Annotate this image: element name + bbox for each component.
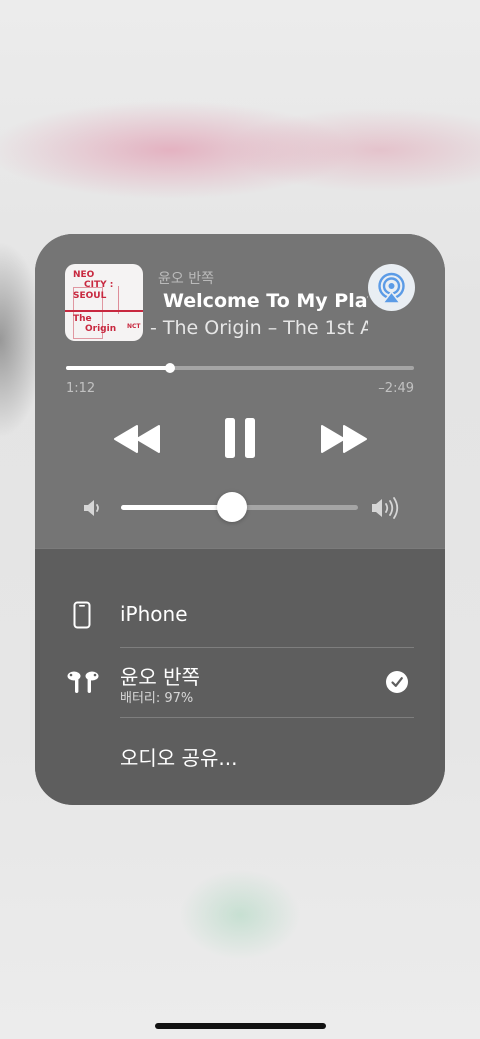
volume-slider[interactable] bbox=[121, 492, 358, 522]
album-art-text: CITY : bbox=[84, 280, 114, 290]
now-playing-section: NEO CITY : SEOUL The Origin NCT 윤오 반쪽 We… bbox=[35, 234, 445, 548]
device-row-iphone[interactable]: iPhone bbox=[35, 549, 445, 647]
share-audio-label: 오디오 공유... bbox=[120, 746, 238, 770]
remaining-time: –2:49 bbox=[378, 381, 414, 396]
playback-scrubber[interactable] bbox=[66, 363, 414, 373]
album-name: - The Origin – The 1st Album bbox=[150, 317, 368, 339]
fast-forward-button[interactable] bbox=[320, 424, 368, 454]
airplay-icon bbox=[378, 272, 405, 304]
volume-low-icon bbox=[82, 498, 104, 518]
volume-knob[interactable] bbox=[217, 492, 248, 522]
audio-output-panel: NEO CITY : SEOUL The Origin NCT 윤오 반쪽 We… bbox=[35, 234, 445, 805]
rewind-button[interactable] bbox=[113, 424, 161, 454]
elapsed-time: 1:12 bbox=[66, 381, 96, 396]
selected-checkmark bbox=[386, 671, 408, 693]
album-art-band bbox=[65, 310, 143, 312]
iphone-icon bbox=[73, 601, 91, 629]
album-art-text: NCT bbox=[127, 323, 141, 330]
album-art-text: NEO bbox=[73, 270, 95, 280]
device-name: 윤오 반쪽 bbox=[120, 665, 200, 689]
airpods-icon bbox=[65, 670, 101, 696]
track-title: Welcome To My Playlist bbox=[163, 290, 368, 312]
rewind-icon bbox=[114, 425, 160, 453]
album-art-text: The bbox=[73, 314, 92, 324]
output-device-label: 윤오 반쪽 bbox=[158, 271, 214, 287]
device-row-airpods[interactable]: 윤오 반쪽 배터리: 97% bbox=[35, 647, 445, 717]
scrubber-knob[interactable] bbox=[165, 363, 176, 373]
device-name: iPhone bbox=[120, 602, 188, 626]
battery-status: 배터리: 97% bbox=[120, 691, 194, 706]
pause-button[interactable] bbox=[223, 416, 257, 460]
pause-icon bbox=[225, 418, 255, 458]
share-audio-row[interactable]: 오디오 공유... bbox=[35, 717, 445, 787]
airplay-button[interactable] bbox=[368, 264, 415, 311]
volume-fill bbox=[121, 505, 233, 510]
checkmark-icon bbox=[391, 677, 403, 687]
volume-high-icon bbox=[370, 496, 404, 520]
album-art-text: Origin bbox=[85, 324, 117, 334]
scrubber-fill bbox=[66, 366, 171, 370]
album-art-text: SEOUL bbox=[73, 291, 107, 301]
home-indicator[interactable] bbox=[155, 1023, 326, 1029]
fast-forward-icon bbox=[321, 425, 367, 453]
album-art: NEO CITY : SEOUL The Origin NCT bbox=[65, 264, 143, 341]
output-device-list: iPhone 윤오 반쪽 배터리: 97% 오디오 공유... bbox=[35, 548, 445, 805]
